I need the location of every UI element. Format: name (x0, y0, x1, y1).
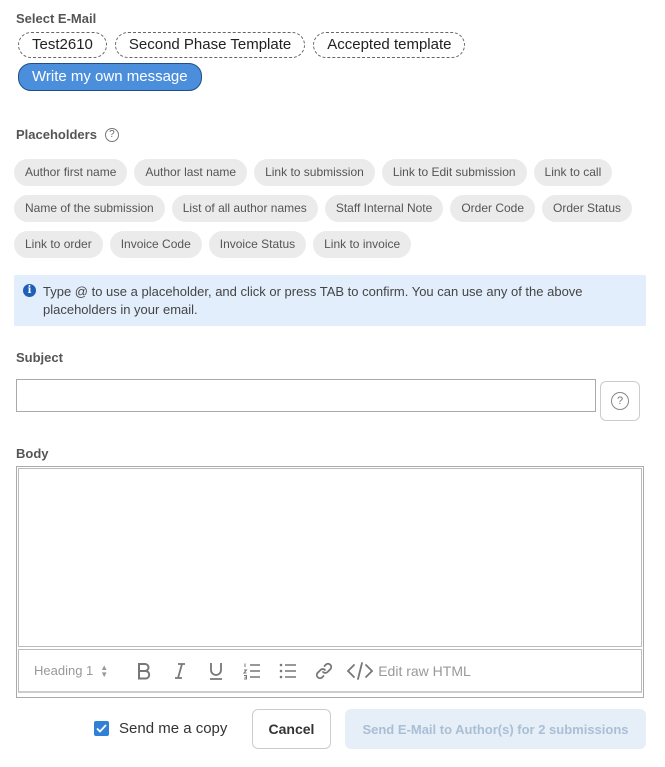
template-write-own[interactable]: Write my own message (18, 63, 202, 91)
template-second-phase[interactable]: Second Phase Template (114, 32, 306, 58)
placeholder-chip[interactable]: Link to Edit submission (381, 159, 527, 186)
checkmark-icon (96, 724, 107, 733)
template-test2610[interactable]: Test2610 (18, 32, 107, 58)
bold-button[interactable] (126, 656, 162, 686)
placeholder-chip[interactable]: Invoice Code (109, 231, 202, 258)
help-icon[interactable]: ? (104, 127, 119, 142)
body-editor: Heading 1 ▲ ▼ Edit raw HTML (16, 466, 644, 698)
template-row: Test2610 Second Phase Template Accepted … (18, 32, 466, 58)
subject-input[interactable] (16, 379, 596, 412)
placeholders-header: Placeholders ? (16, 127, 119, 142)
placeholder-info-box: i Type @ to use a placeholder, and click… (14, 275, 646, 326)
placeholder-chip[interactable]: Invoice Status (208, 231, 307, 258)
placeholder-chip[interactable]: List of all author names (171, 195, 318, 222)
underline-button[interactable] (198, 656, 234, 686)
cancel-button[interactable]: Cancel (252, 709, 331, 749)
bold-icon (138, 662, 151, 679)
send-copy-label: Send me a copy (119, 720, 228, 737)
code-button[interactable] (342, 656, 378, 686)
editor-toolbar: Heading 1 ▲ ▼ Edit raw HTML (18, 649, 642, 693)
template-accepted[interactable]: Accepted template (313, 32, 466, 58)
numbered-list-button[interactable] (234, 656, 270, 686)
placeholder-row-3: Link to order Invoice Code Invoice Statu… (14, 231, 412, 258)
info-text: Type @ to use a placeholder, and click o… (43, 284, 583, 317)
placeholder-chip[interactable]: Author first name (14, 159, 128, 186)
placeholders-label: Placeholders (16, 127, 97, 142)
placeholder-chip[interactable]: Order Code (450, 195, 536, 222)
placeholder-chip[interactable]: Order Status (542, 195, 633, 222)
placeholder-row-2: Name of the submission List of all autho… (14, 195, 633, 222)
body-editor-content[interactable] (18, 468, 642, 647)
subject-help-button[interactable]: ? (600, 381, 640, 421)
heading-select-label: Heading 1 (34, 663, 94, 678)
heading-select[interactable]: Heading 1 ▲ ▼ (34, 663, 108, 678)
placeholder-chip[interactable]: Author last name (134, 159, 248, 186)
placeholder-chip[interactable]: Name of the submission (14, 195, 165, 222)
placeholder-chip[interactable]: Staff Internal Note (324, 195, 444, 222)
select-arrows-icon: ▲ ▼ (100, 662, 109, 679)
link-button[interactable] (306, 656, 342, 686)
italic-icon (175, 662, 186, 679)
placeholder-row-1: Author first name Author last name Link … (14, 159, 613, 186)
placeholder-chip[interactable]: Link to submission (254, 159, 375, 186)
send-email-button[interactable]: Send E-Mail to Author(s) for 2 submissio… (345, 709, 646, 749)
placeholder-chip[interactable]: Link to order (14, 231, 103, 258)
edit-raw-html-button[interactable]: Edit raw HTML (378, 663, 471, 679)
template-row-2: Write my own message (18, 63, 202, 91)
placeholder-chip[interactable]: Link to call (533, 159, 613, 186)
bulleted-list-icon (279, 663, 297, 678)
bulleted-list-button[interactable] (270, 656, 306, 686)
info-icon: i (23, 284, 36, 297)
placeholder-chip[interactable]: Link to invoice (313, 231, 412, 258)
italic-button[interactable] (162, 656, 198, 686)
select-email-label: Select E-Mail (16, 11, 97, 26)
code-icon (346, 661, 374, 680)
help-icon: ? (611, 392, 629, 410)
link-icon (316, 662, 333, 679)
send-copy-option: Send me a copy (94, 720, 227, 737)
numbered-list-icon (243, 663, 261, 679)
underline-icon (210, 662, 223, 680)
send-copy-checkbox[interactable] (94, 721, 109, 736)
body-label: Body (16, 446, 49, 461)
subject-label: Subject (16, 350, 63, 365)
